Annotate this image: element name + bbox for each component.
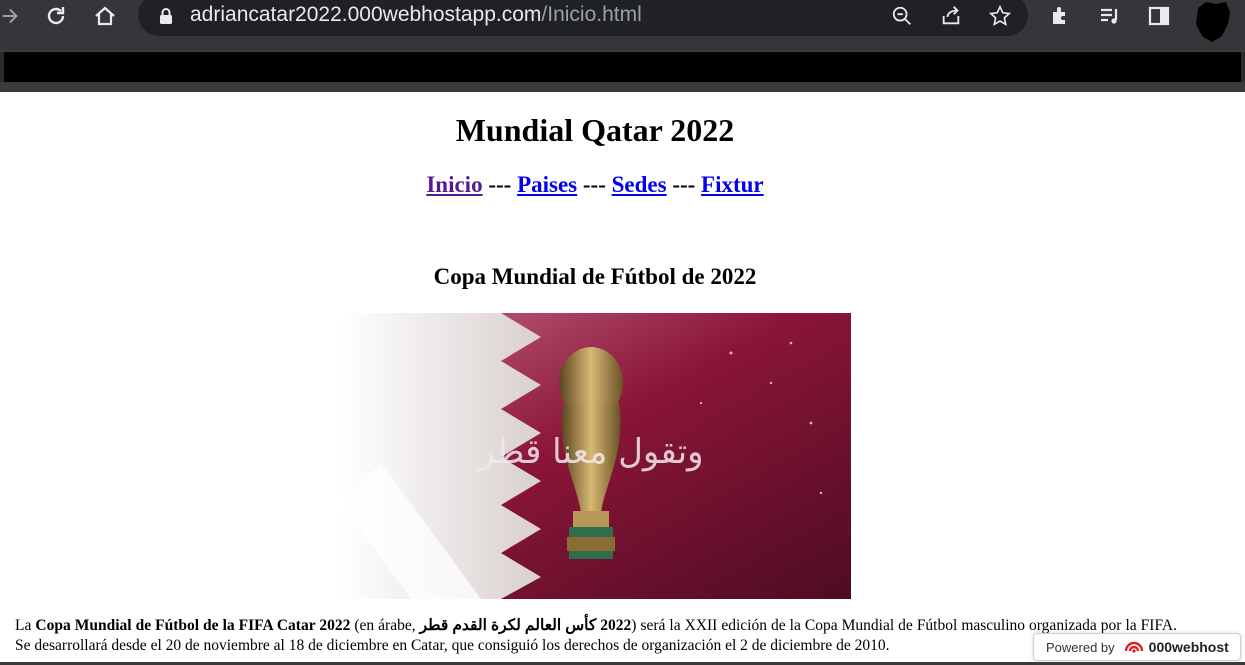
reload-icon[interactable] <box>40 0 72 32</box>
bookmark-star-icon[interactable] <box>984 0 1016 32</box>
media-control-icon[interactable] <box>1094 0 1126 32</box>
nav-link-sedes[interactable]: Sedes <box>612 172 667 197</box>
000webhost-logo-icon <box>1123 636 1145 659</box>
para-bold-arabic: 2022 كأس العالم لكرة القدم قطر <box>419 617 632 634</box>
url-path: /Inicio.html <box>541 3 642 26</box>
extensions-icon[interactable] <box>1045 0 1077 32</box>
nav-link-paises[interactable]: Paises <box>517 172 577 197</box>
url-host: adriancatar2022.000webhostapp.com <box>190 3 542 26</box>
nav-separator: --- <box>482 172 518 197</box>
address-bar[interactable]: adriancatar2022.000webhostapp.com/Inicio… <box>138 0 1028 36</box>
section-heading: Copa Mundial de Fútbol de 2022 <box>433 264 757 289</box>
side-panel-icon[interactable] <box>1143 0 1175 32</box>
nav-separator: --- <box>577 172 612 197</box>
nav-link-fixtur[interactable]: Fixtur <box>701 172 764 197</box>
world-cup-trophy-image: وتقول معنا قطر <box>341 313 851 599</box>
para-bold-name: Copa Mundial de Fútbol de la FIFA Catar … <box>35 617 351 634</box>
bookmarks-bar <box>0 52 1245 82</box>
profile-avatar-icon[interactable] <box>1192 0 1232 44</box>
brand-name: 000webhost <box>1148 639 1229 655</box>
share-icon[interactable] <box>935 0 967 32</box>
forward-icon[interactable] <box>0 0 26 32</box>
web-page: Mundial Qatar 2022 Inicio --- Paises ---… <box>0 92 1245 665</box>
main-nav: Inicio --- Paises --- Sedes --- Fixtur <box>0 172 1190 198</box>
powered-by-label: Powered by <box>1046 639 1115 655</box>
lock-icon[interactable] <box>150 0 182 32</box>
home-icon[interactable] <box>89 0 121 32</box>
nav-link-inicio[interactable]: Inicio <box>426 172 482 197</box>
para-mid: (en árabe, <box>350 617 420 634</box>
page-title: Mundial Qatar 2022 <box>455 112 735 148</box>
bookmarks-bar-edge <box>0 82 1245 92</box>
nav-separator: --- <box>666 172 702 197</box>
browser-toolbar: adriancatar2022.000webhostapp.com/Inicio… <box>0 0 1245 50</box>
para-lead: La <box>15 617 36 634</box>
powered-by-badge[interactable]: Powered by 000webhost <box>1033 633 1241 661</box>
zoom-icon[interactable] <box>886 0 918 32</box>
url-text[interactable]: adriancatar2022.000webhostapp.com/Inicio… <box>190 0 642 32</box>
hero-calligraphy: وتقول معنا قطر <box>476 432 703 472</box>
intro-paragraph: La Copa Mundial de Fútbol de la FIFA Cat… <box>15 616 1177 656</box>
